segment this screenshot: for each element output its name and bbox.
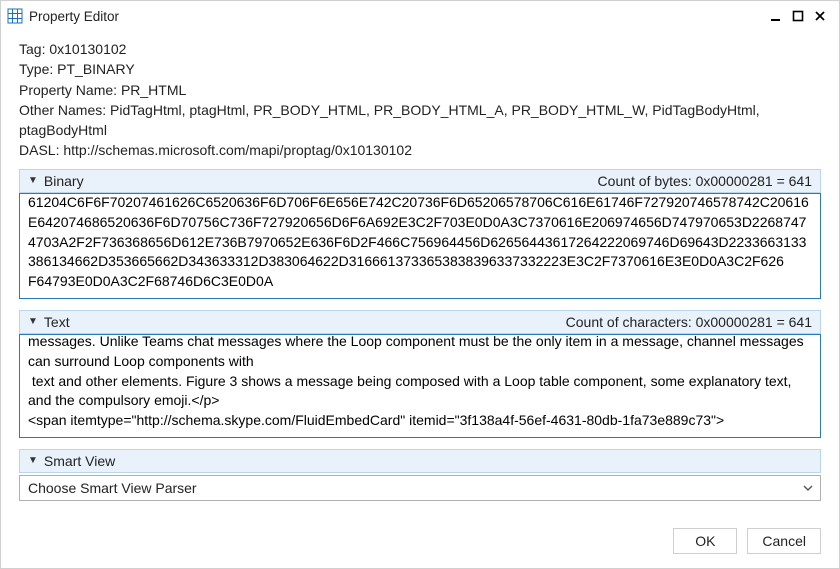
text-title: Text bbox=[44, 314, 70, 330]
tag-value: 0x10130102 bbox=[49, 41, 126, 57]
meta-propname: Property Name: PR_HTML bbox=[19, 80, 821, 100]
othernames-label: Other Names: bbox=[19, 102, 106, 118]
tag-label: Tag: bbox=[19, 41, 45, 57]
text-section: ▼ Text Count of characters: 0x00000281 =… bbox=[19, 310, 821, 441]
minimize-button[interactable] bbox=[765, 7, 787, 25]
meta-type: Type: PT_BINARY bbox=[19, 59, 821, 79]
binary-title: Binary bbox=[44, 173, 84, 189]
close-button[interactable] bbox=[809, 7, 831, 25]
maximize-icon bbox=[792, 10, 804, 22]
smartview-title: Smart View bbox=[44, 453, 115, 469]
chevron-down-icon: ▼ bbox=[28, 175, 38, 186]
othernames-value: PidTagHtml, ptagHtml, PR_BODY_HTML, PR_B… bbox=[19, 102, 760, 138]
window-title: Property Editor bbox=[29, 9, 119, 24]
text-count: Count of characters: 0x00000281 = 641 bbox=[566, 314, 812, 330]
chevron-down-icon: ▼ bbox=[28, 316, 38, 327]
propname-label: Property Name: bbox=[19, 82, 117, 98]
smartview-section: ▼ Smart View Choose Smart View Parser bbox=[19, 449, 821, 501]
titlebar: Property Editor bbox=[1, 1, 839, 31]
footer: OK Cancel bbox=[1, 518, 839, 568]
dasl-value: http://schemas.microsoft.com/mapi/propta… bbox=[63, 142, 412, 158]
maximize-button[interactable] bbox=[787, 7, 809, 25]
binary-header[interactable]: ▼ Binary Count of bytes: 0x00000281 = 64… bbox=[19, 169, 821, 193]
property-editor-window: Property Editor Tag: 0x10130102 Type: PT… bbox=[0, 0, 840, 569]
ok-button[interactable]: OK bbox=[673, 528, 737, 554]
binary-count: Count of bytes: 0x00000281 = 641 bbox=[598, 173, 812, 189]
smartview-parser-select[interactable]: Choose Smart View Parser bbox=[19, 475, 821, 501]
smartview-header[interactable]: ▼ Smart View bbox=[19, 449, 821, 473]
minimize-icon bbox=[770, 10, 782, 22]
chevron-down-icon: ▼ bbox=[28, 455, 38, 466]
binary-section: ▼ Binary Count of bytes: 0x00000281 = 64… bbox=[19, 169, 821, 302]
meta-othernames: Other Names: PidTagHtml, ptagHtml, PR_BO… bbox=[19, 100, 821, 141]
cancel-button[interactable]: Cancel bbox=[747, 528, 821, 554]
smartview-selected: Choose Smart View Parser bbox=[28, 480, 197, 496]
meta-dasl: DASL: http://schemas.microsoft.com/mapi/… bbox=[19, 140, 821, 160]
text-header[interactable]: ▼ Text Count of characters: 0x00000281 =… bbox=[19, 310, 821, 334]
binary-textbox[interactable] bbox=[19, 193, 821, 299]
close-icon bbox=[814, 10, 826, 22]
content-area: Tag: 0x10130102 Type: PT_BINARY Property… bbox=[1, 31, 839, 518]
text-textbox[interactable] bbox=[19, 334, 821, 438]
dasl-label: DASL: bbox=[19, 142, 59, 158]
meta-tag: Tag: 0x10130102 bbox=[19, 39, 821, 59]
caption-buttons bbox=[765, 7, 831, 25]
type-label: Type: bbox=[19, 61, 53, 77]
type-value: PT_BINARY bbox=[57, 61, 135, 77]
app-icon bbox=[7, 8, 23, 24]
propname-value: PR_HTML bbox=[121, 82, 186, 98]
